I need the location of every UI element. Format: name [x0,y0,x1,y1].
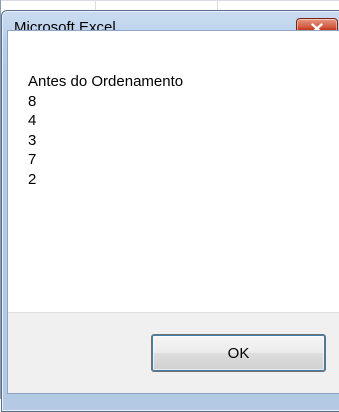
ok-button[interactable]: OK [151,334,326,372]
message-text: Antes do Ordenamento 8 4 3 7 2 [28,72,183,189]
message-line: 7 [28,151,37,168]
message-line: 4 [28,112,37,129]
message-line: 8 [28,92,37,110]
message-line: 2 [28,170,37,188]
message-line: 3 [28,131,37,149]
message-line: Antes do Ordenamento [28,73,184,90]
